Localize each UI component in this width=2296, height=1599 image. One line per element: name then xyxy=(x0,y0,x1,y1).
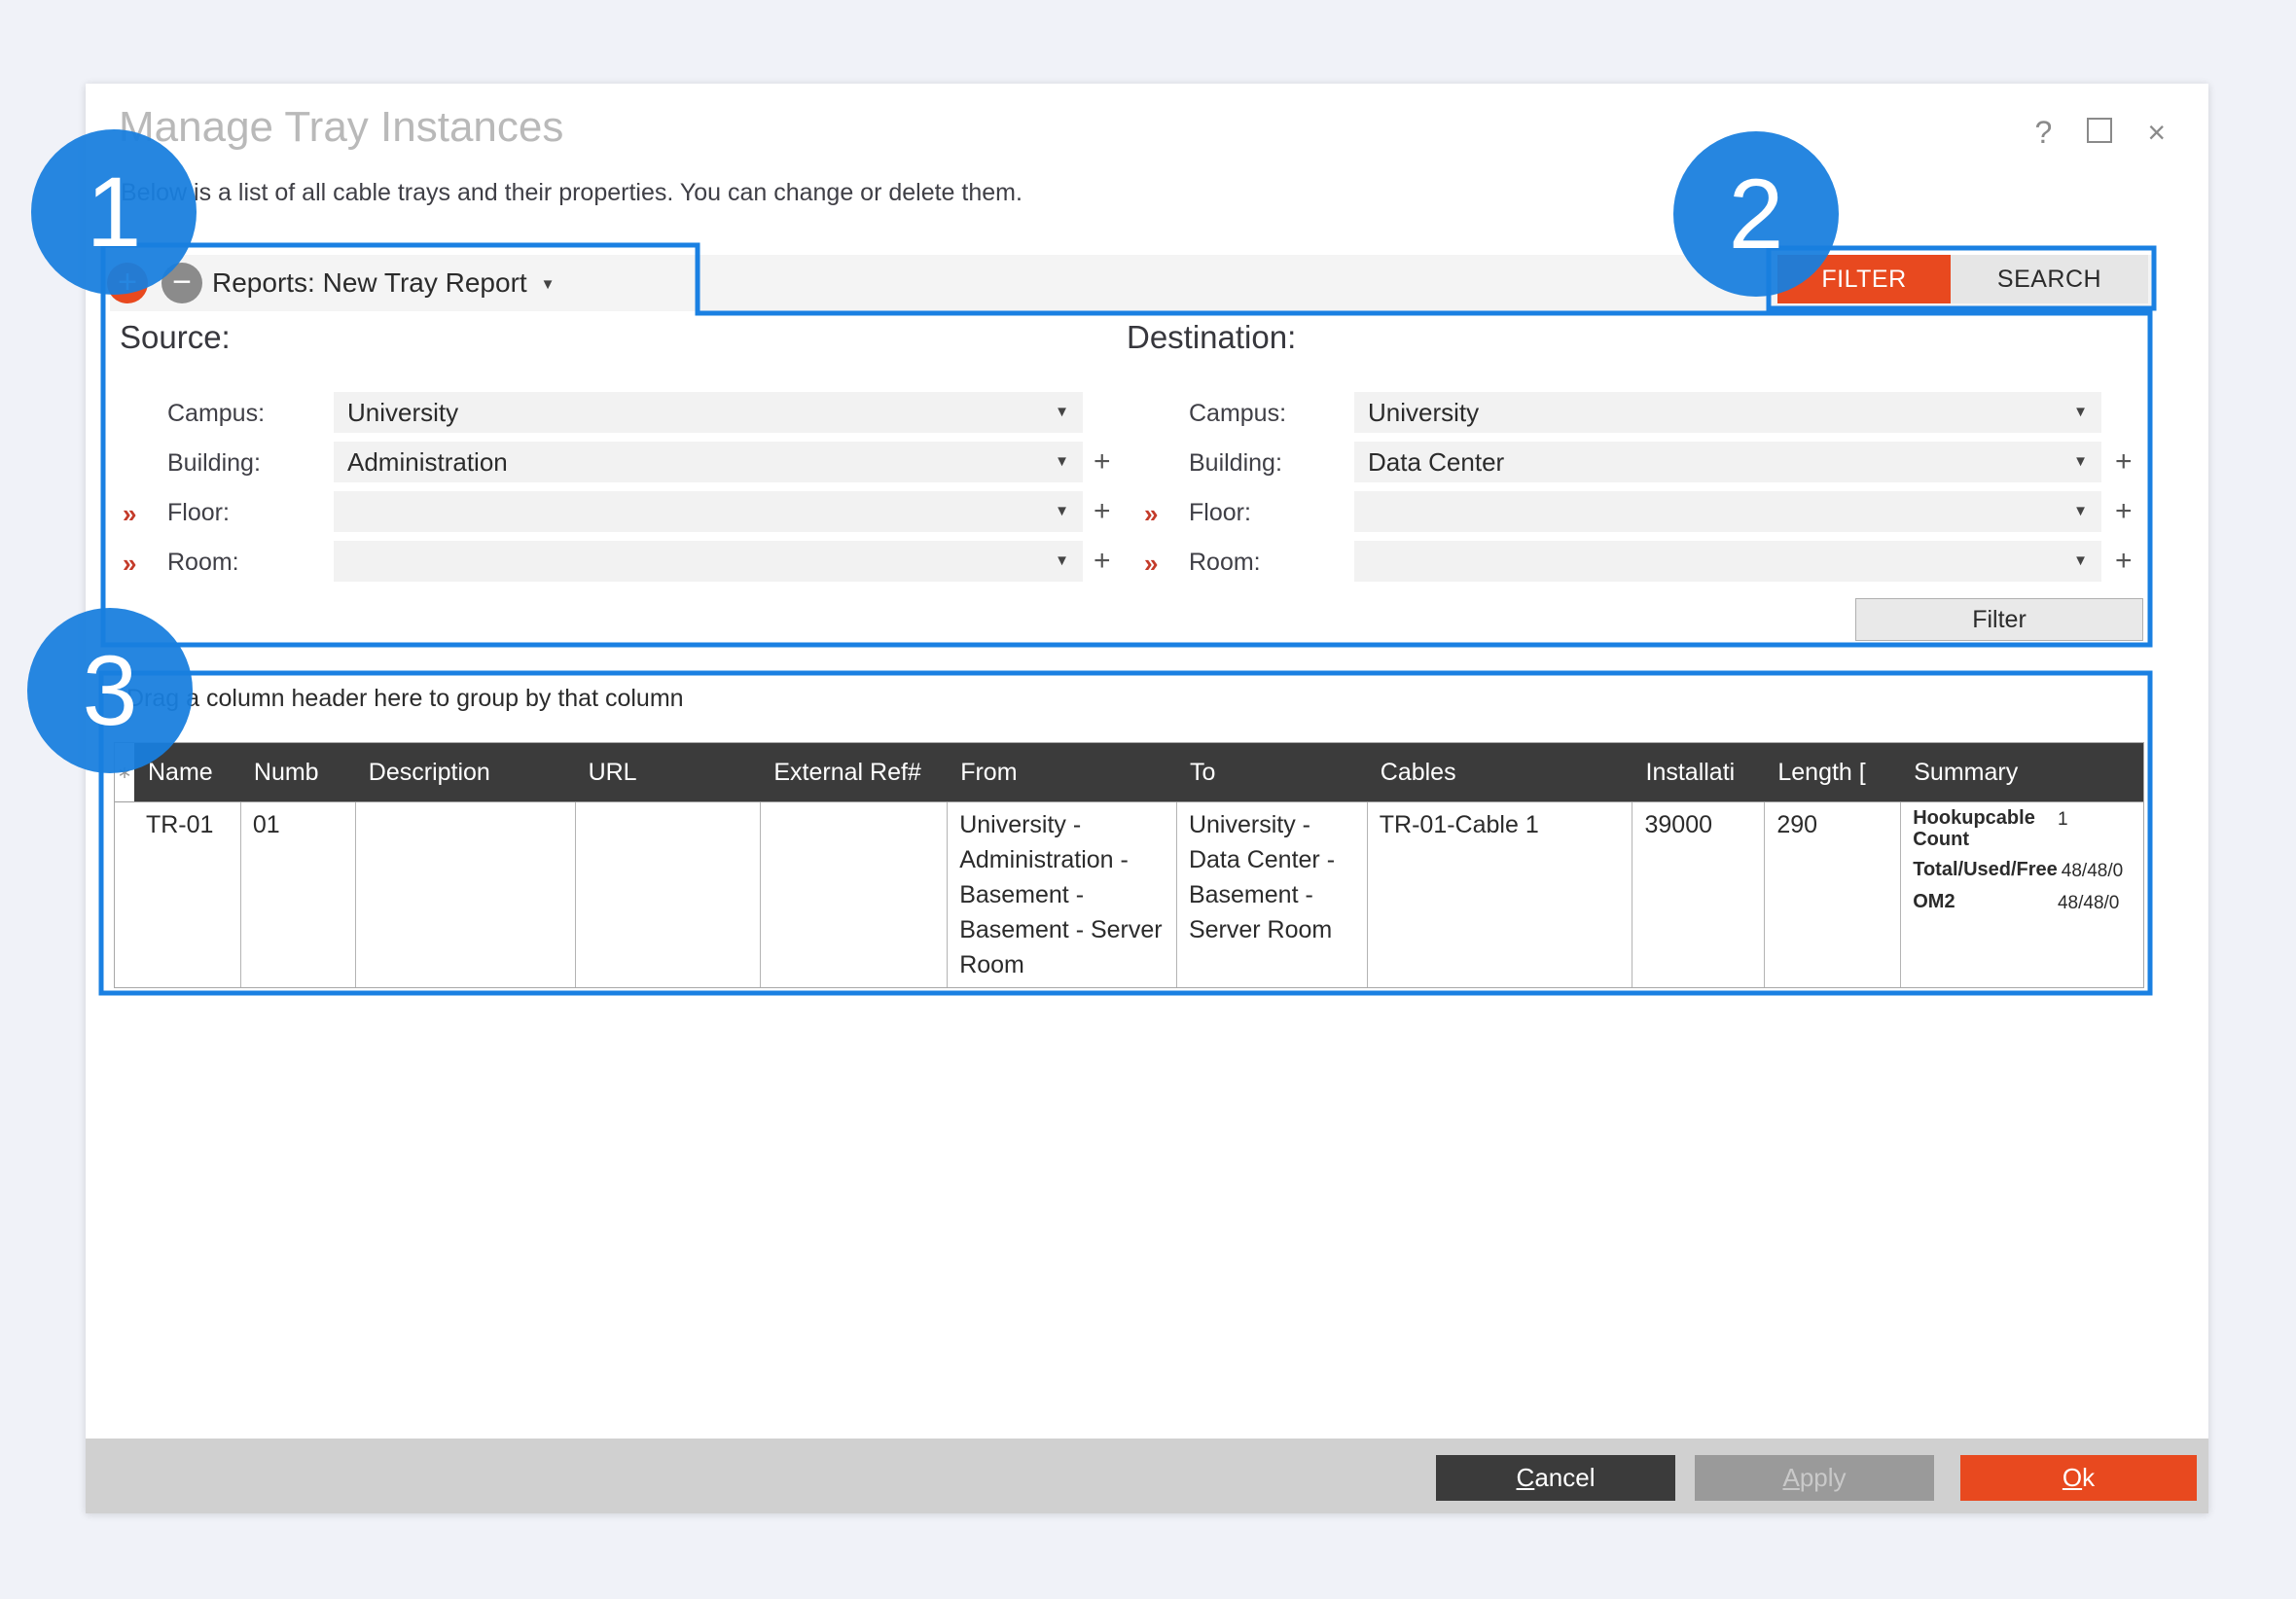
summary-value: 1 xyxy=(2058,807,2132,850)
page-title: Manage Tray Instances xyxy=(119,103,563,152)
tray-grid: ∗ Name Numb Description URL External Ref… xyxy=(114,742,2144,988)
remove-report-button[interactable]: − xyxy=(161,263,202,303)
summary-hookupcable: Hookupcable Count 1 xyxy=(1913,807,2132,850)
destination-floor-dropdown[interactable]: ▼ xyxy=(1354,491,2101,532)
destination-section-title: Destination: xyxy=(1127,319,1296,356)
source-floor-dropdown[interactable]: ▼ xyxy=(334,491,1083,532)
page-subtitle: Below is a list of all cable trays and t… xyxy=(121,179,1022,207)
source-campus-label: Campus: xyxy=(167,400,265,428)
destination-room-required-icon: » xyxy=(1144,549,1158,579)
column-header-number[interactable]: Numb xyxy=(240,743,355,801)
source-building-value: Administration xyxy=(347,447,508,477)
close-icon[interactable]: × xyxy=(2147,117,2166,148)
source-floor-add-button[interactable]: + xyxy=(1094,495,1111,528)
ok-button[interactable]: Ok xyxy=(1960,1455,2197,1501)
summary-label: Total/Used/Free xyxy=(1913,859,2058,882)
cell-name: TR-01 xyxy=(134,802,240,987)
row-indicator-cell xyxy=(115,802,134,987)
tab-filter[interactable]: FILTER xyxy=(1777,255,1951,303)
destination-room-add-button[interactable]: + xyxy=(2115,545,2133,578)
apply-button[interactable]: Apply xyxy=(1695,1455,1934,1501)
source-section-title: Source: xyxy=(120,319,231,356)
source-room-label: Room: xyxy=(167,549,239,577)
cell-url xyxy=(575,802,761,987)
source-campus-dropdown[interactable]: University ▼ xyxy=(334,392,1083,433)
chevron-down-icon: ▼ xyxy=(2073,442,2088,482)
destination-building-dropdown[interactable]: Data Center ▼ xyxy=(1354,442,2101,482)
chevron-down-icon: ▼ xyxy=(2073,541,2088,582)
table-row[interactable]: TR-01 01 University - Administration - B… xyxy=(115,801,2143,987)
chevron-down-icon: ▼ xyxy=(2073,392,2088,433)
column-header-description[interactable]: Description xyxy=(355,743,575,801)
footer-bar: Cancel Apply Ok xyxy=(86,1439,2208,1513)
column-header-cables[interactable]: Cables xyxy=(1367,743,1632,801)
source-campus-value: University xyxy=(347,398,458,427)
row-indicator-icon: ∗ xyxy=(115,743,134,801)
summary-label: Hookupcable Count xyxy=(1913,807,2054,850)
destination-campus-label: Campus: xyxy=(1189,400,1286,428)
summary-value: 48/48/0 xyxy=(2062,859,2135,882)
destination-floor-required-icon: » xyxy=(1144,499,1158,529)
column-header-to[interactable]: To xyxy=(1176,743,1367,801)
grid-header-row: ∗ Name Numb Description URL External Ref… xyxy=(115,743,2143,801)
column-header-installation[interactable]: Installati xyxy=(1632,743,1765,801)
destination-building-label: Building: xyxy=(1189,449,1282,478)
destination-floor-add-button[interactable]: + xyxy=(2115,495,2133,528)
chevron-down-icon: ▼ xyxy=(1055,392,1069,433)
destination-building-add-button[interactable]: + xyxy=(2115,445,2133,479)
source-room-required-icon: » xyxy=(123,549,136,579)
summary-value: 48/48/0 xyxy=(2058,891,2132,914)
tab-search[interactable]: SEARCH xyxy=(1951,255,2148,303)
report-selector-tab[interactable]: Reports: New Tray Report ▼ xyxy=(212,267,556,299)
column-header-summary[interactable]: Summary xyxy=(1900,743,2143,801)
cancel-button[interactable]: Cancel xyxy=(1436,1455,1675,1501)
chevron-down-icon: ▼ xyxy=(1055,541,1069,582)
cell-summary: Hookupcable Count 1 Total/Used/Free 48/4… xyxy=(1900,802,2143,987)
source-floor-label: Floor: xyxy=(167,499,230,527)
destination-campus-dropdown[interactable]: University ▼ xyxy=(1354,392,2101,433)
summary-total-used-free: Total/Used/Free 48/48/0 xyxy=(1913,859,2132,882)
source-floor-required-icon: » xyxy=(123,499,136,529)
help-icon[interactable]: ? xyxy=(2035,117,2053,148)
column-header-external-ref[interactable]: External Ref# xyxy=(760,743,947,801)
add-report-button[interactable]: + xyxy=(107,263,148,303)
destination-campus-value: University xyxy=(1368,398,1479,427)
cell-to: University - Data Center - Basement - Se… xyxy=(1176,802,1367,987)
maximize-icon[interactable] xyxy=(2087,117,2112,148)
destination-floor-label: Floor: xyxy=(1189,499,1251,527)
manage-tray-instances-dialog: Manage Tray Instances Below is a list of… xyxy=(86,84,2208,1513)
window-controls: ? × xyxy=(2035,117,2166,148)
source-building-add-button[interactable]: + xyxy=(1094,445,1111,479)
cell-external-ref xyxy=(760,802,947,987)
destination-building-value: Data Center xyxy=(1368,447,1504,477)
cell-cables: TR-01-Cable 1 xyxy=(1367,802,1632,987)
report-selector-label: Reports: New Tray Report xyxy=(212,267,527,298)
column-header-length[interactable]: Length [ xyxy=(1764,743,1900,801)
cell-from: University - Administration - Basement -… xyxy=(947,802,1176,987)
column-header-name[interactable]: Name xyxy=(134,743,240,801)
cell-description xyxy=(355,802,575,987)
column-header-url[interactable]: URL xyxy=(575,743,761,801)
group-by-hint: Drag a column header here to group by th… xyxy=(126,685,684,713)
maximize-box xyxy=(2087,118,2112,143)
summary-label: OM2 xyxy=(1913,891,2054,914)
cell-length: 290 xyxy=(1764,802,1900,987)
column-header-from[interactable]: From xyxy=(947,743,1176,801)
chevron-down-icon: ▼ xyxy=(1055,442,1069,482)
chevron-down-icon: ▼ xyxy=(2073,491,2088,532)
source-building-label: Building: xyxy=(167,449,261,478)
cell-installation: 39000 xyxy=(1632,802,1764,987)
destination-room-label: Room: xyxy=(1189,549,1261,577)
destination-room-dropdown[interactable]: ▼ xyxy=(1354,541,2101,582)
source-room-add-button[interactable]: + xyxy=(1094,545,1111,578)
summary-om2: OM2 48/48/0 xyxy=(1913,891,2132,914)
cell-number: 01 xyxy=(240,802,355,987)
source-room-dropdown[interactable]: ▼ xyxy=(334,541,1083,582)
source-building-dropdown[interactable]: Administration ▼ xyxy=(334,442,1083,482)
chevron-down-icon: ▼ xyxy=(541,276,556,293)
chevron-down-icon: ▼ xyxy=(1055,491,1069,532)
filter-apply-button[interactable]: Filter xyxy=(1855,598,2143,641)
